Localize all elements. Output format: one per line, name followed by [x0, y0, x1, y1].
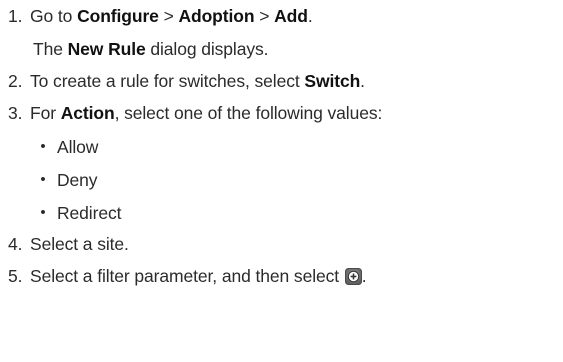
bullet-text: Redirect: [57, 203, 122, 223]
menu-add: Add: [274, 6, 308, 26]
step-text: Select a site.: [30, 234, 129, 254]
step-text: To create a rule for switches, select Sw…: [30, 71, 365, 91]
bullet-text: Allow: [57, 137, 99, 157]
menu-configure: Configure: [77, 6, 159, 26]
bullet-icon: •: [40, 138, 46, 155]
step-text: Go to Configure > Adoption > Add.: [30, 6, 313, 26]
bullet-icon: •: [40, 204, 46, 221]
step-text: Select a filter parameter, and then sele…: [30, 266, 367, 286]
step-note-text: The New Rule dialog displays.: [33, 39, 269, 59]
field-action: Action: [60, 103, 115, 123]
step-text: For Action, select one of the following …: [30, 103, 383, 123]
menu-adoption: Adoption: [178, 6, 255, 26]
add-circle-icon: [344, 267, 362, 285]
bullet-text: Deny: [57, 170, 98, 190]
procedure-document: 1. Go to Configure > Adoption > Add. The…: [0, 0, 563, 362]
option-switch: Switch: [304, 71, 361, 91]
bullet-icon: •: [40, 171, 46, 188]
dialog-new-rule: New Rule: [67, 39, 146, 59]
